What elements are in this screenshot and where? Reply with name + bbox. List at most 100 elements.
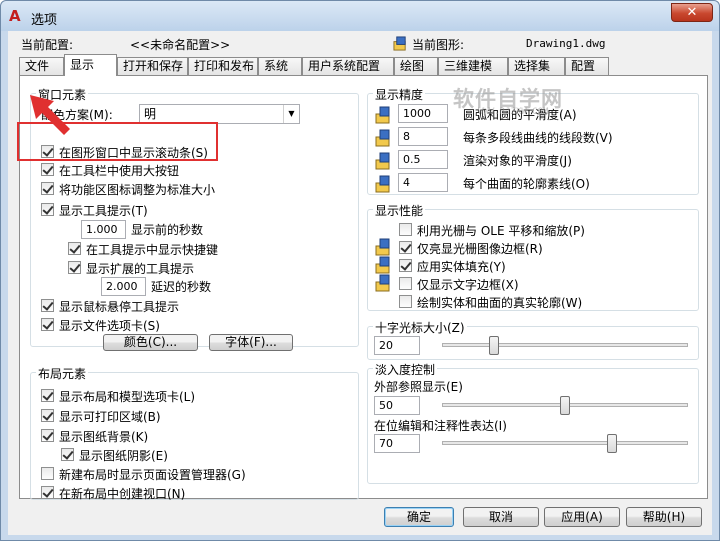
display-resolution-title: 显示精度 [373,86,426,103]
polyline-segments-label: 每条多段线曲线的线段数(V) [463,131,613,145]
tab-3d-modeling[interactable]: 三维建模 [438,57,508,75]
tooltip-delay-input[interactable]: 1.000 [81,220,126,239]
extended-delay-input[interactable]: 2.000 [101,277,146,296]
layout-elements-title: 布局元素 [36,365,89,382]
true-silhouettes-checkbox[interactable] [399,295,412,308]
raster-frame-label: 仅亮显光栅图像边框(R) [417,242,543,256]
polyline-segments-input[interactable]: 8 [398,127,448,146]
show-shortcut-checkbox[interactable] [68,242,81,255]
drawing-saved-icon [375,238,390,256]
ok-button[interactable]: 确定 [384,507,454,527]
true-silhouettes-label: 绘制实体和曲面的真实轮廓(W) [417,296,583,310]
drawing-saved-icon [375,175,390,193]
crosshair-size-input[interactable]: 20 [374,336,420,355]
tab-files[interactable]: 文件 [19,57,64,75]
colors-button[interactable]: 颜色(C)... [103,334,198,351]
resize-ribbon-icons-checkbox[interactable] [41,182,54,195]
show-shortcut-label: 在工具提示中显示快捷键 [86,243,219,257]
page-setup-manager-label: 新建布局时显示页面设置管理器(G) [59,468,246,482]
page-setup-manager-checkbox[interactable] [41,467,54,480]
inplace-edit-input[interactable]: 70 [374,434,420,453]
resize-ribbon-icons-label: 将功能区图标调整为标准大小 [59,183,216,197]
cancel-button[interactable]: 取消 [463,507,539,527]
raster-frame-checkbox[interactable] [399,241,412,254]
extended-tooltips-label: 显示扩展的工具提示 [86,262,195,276]
extended-tooltips-checkbox[interactable] [68,261,81,274]
close-button[interactable]: ✕ [671,3,713,22]
fonts-button[interactable]: 字体(F)... [209,334,293,351]
contour-lines-label: 每个曲面的轮廓素线(O) [463,177,590,191]
crosshair-size-title: 十字光标大小(Z) [373,319,467,336]
layout-model-tabs-checkbox[interactable] [41,389,54,402]
annotation-arrow-icon [30,95,70,135]
fade-control-title: 淡入度控制 [373,361,438,378]
arc-smoothness-input[interactable]: 1000 [398,104,448,123]
display-performance-group: 显示性能 利用光栅与 OLE 平移和缩放(P) 仅亮显光栅图像边框(R) 应用实… [367,202,699,311]
tab-system[interactable]: 系统 [258,57,302,75]
tab-open-save[interactable]: 打开和保存 [117,57,188,75]
text-frame-checkbox[interactable] [399,277,412,290]
tab-selection[interactable]: 选择集 [508,57,565,75]
close-icon: ✕ [686,5,698,20]
current-drawing-value: Drawing1.dwg [526,37,606,50]
xref-slider-thumb[interactable] [560,396,570,415]
layout-model-tabs-label: 显示布局和模型选项卡(L) [59,390,196,404]
drawing-file-icon [393,36,406,51]
raster-ole-pan-label: 利用光栅与 OLE 平移和缩放(P) [417,224,585,238]
display-performance-title: 显示性能 [373,202,426,219]
tooltip-delay-label: 显示前的秒数 [131,223,204,237]
render-smoothness-input[interactable]: 0.5 [398,150,448,169]
large-buttons-label: 在工具栏中使用大按钮 [59,164,180,178]
create-viewport-label: 在新布局中创建视口(N) [59,487,186,501]
file-tabs-checkbox[interactable] [41,318,54,331]
tab-display[interactable]: 显示 [64,54,117,76]
raster-ole-pan-checkbox[interactable] [399,223,412,236]
dialog-client: 当前配置: <<未命名配置>> 当前图形: Drawing1.dwg 文件 显示… [8,31,712,535]
rollover-tooltips-label: 显示鼠标悬停工具提示 [59,300,180,314]
inplace-slider-track[interactable] [442,441,688,445]
color-scheme-select[interactable]: 明 ▼ [139,104,300,124]
drawing-saved-icon [375,129,390,147]
current-config-label: 当前配置: [21,38,74,52]
drawing-saved-icon [375,152,390,170]
chevron-down-icon[interactable]: ▼ [283,105,299,123]
window-title: 选项 [31,13,58,28]
tab-profiles[interactable]: 配置 [565,57,609,75]
printable-area-checkbox[interactable] [41,409,54,422]
solid-fill-checkbox[interactable] [399,259,412,272]
xref-display-label: 外部参照显示(E) [374,380,463,394]
tab-drafting[interactable]: 绘图 [394,57,438,75]
options-dialog: A 选项 ✕ 当前配置: <<未命名配置>> 当前图形: Drawing1.dw… [0,0,720,541]
crosshair-size-group: 十字光标大小(Z) 20 [367,319,699,360]
paper-background-label: 显示图纸背景(K) [59,430,149,444]
inplace-slider-thumb[interactable] [607,434,618,453]
paper-background-checkbox[interactable] [41,429,54,442]
crosshair-slider-track[interactable] [442,343,688,347]
current-drawing-label: 当前图形: [412,38,465,52]
extended-delay-label: 延迟的秒数 [151,280,212,294]
help-button[interactable]: 帮助(H) [626,507,702,527]
watermark-url: WWW.RJZXW.COM [478,107,549,117]
create-viewport-checkbox[interactable] [41,486,54,499]
crosshair-slider-thumb[interactable] [489,336,500,355]
show-tooltips-label: 显示工具提示(T) [59,204,148,218]
rollover-tooltips-checkbox[interactable] [41,299,54,312]
apply-button[interactable]: 应用(A) [544,507,620,527]
xref-display-input[interactable]: 50 [374,396,420,415]
drawing-saved-icon [375,106,390,124]
layout-elements-group: 布局元素 显示布局和模型选项卡(L) 显示可打印区域(B) 显示图纸背景(K) … [30,365,359,501]
drawing-saved-icon [375,274,390,292]
current-config-value: <<未命名配置>> [130,38,231,52]
contour-lines-input[interactable]: 4 [398,173,448,192]
file-tabs-label: 显示文件选项卡(S) [59,319,160,333]
autocad-logo-icon: A [9,7,21,25]
tab-user-preferences[interactable]: 用户系统配置 [302,57,394,75]
large-buttons-checkbox[interactable] [41,163,54,176]
drawing-saved-icon [375,256,390,274]
tab-plot-publish[interactable]: 打印和发布 [188,57,258,75]
title-bar[interactable]: A 选项 ✕ [1,1,719,31]
paper-shadow-checkbox[interactable] [61,448,74,461]
show-tooltips-checkbox[interactable] [41,203,54,216]
solid-fill-label: 应用实体填充(Y) [417,260,506,274]
inplace-edit-label: 在位编辑和注释性表达(I) [374,419,507,433]
